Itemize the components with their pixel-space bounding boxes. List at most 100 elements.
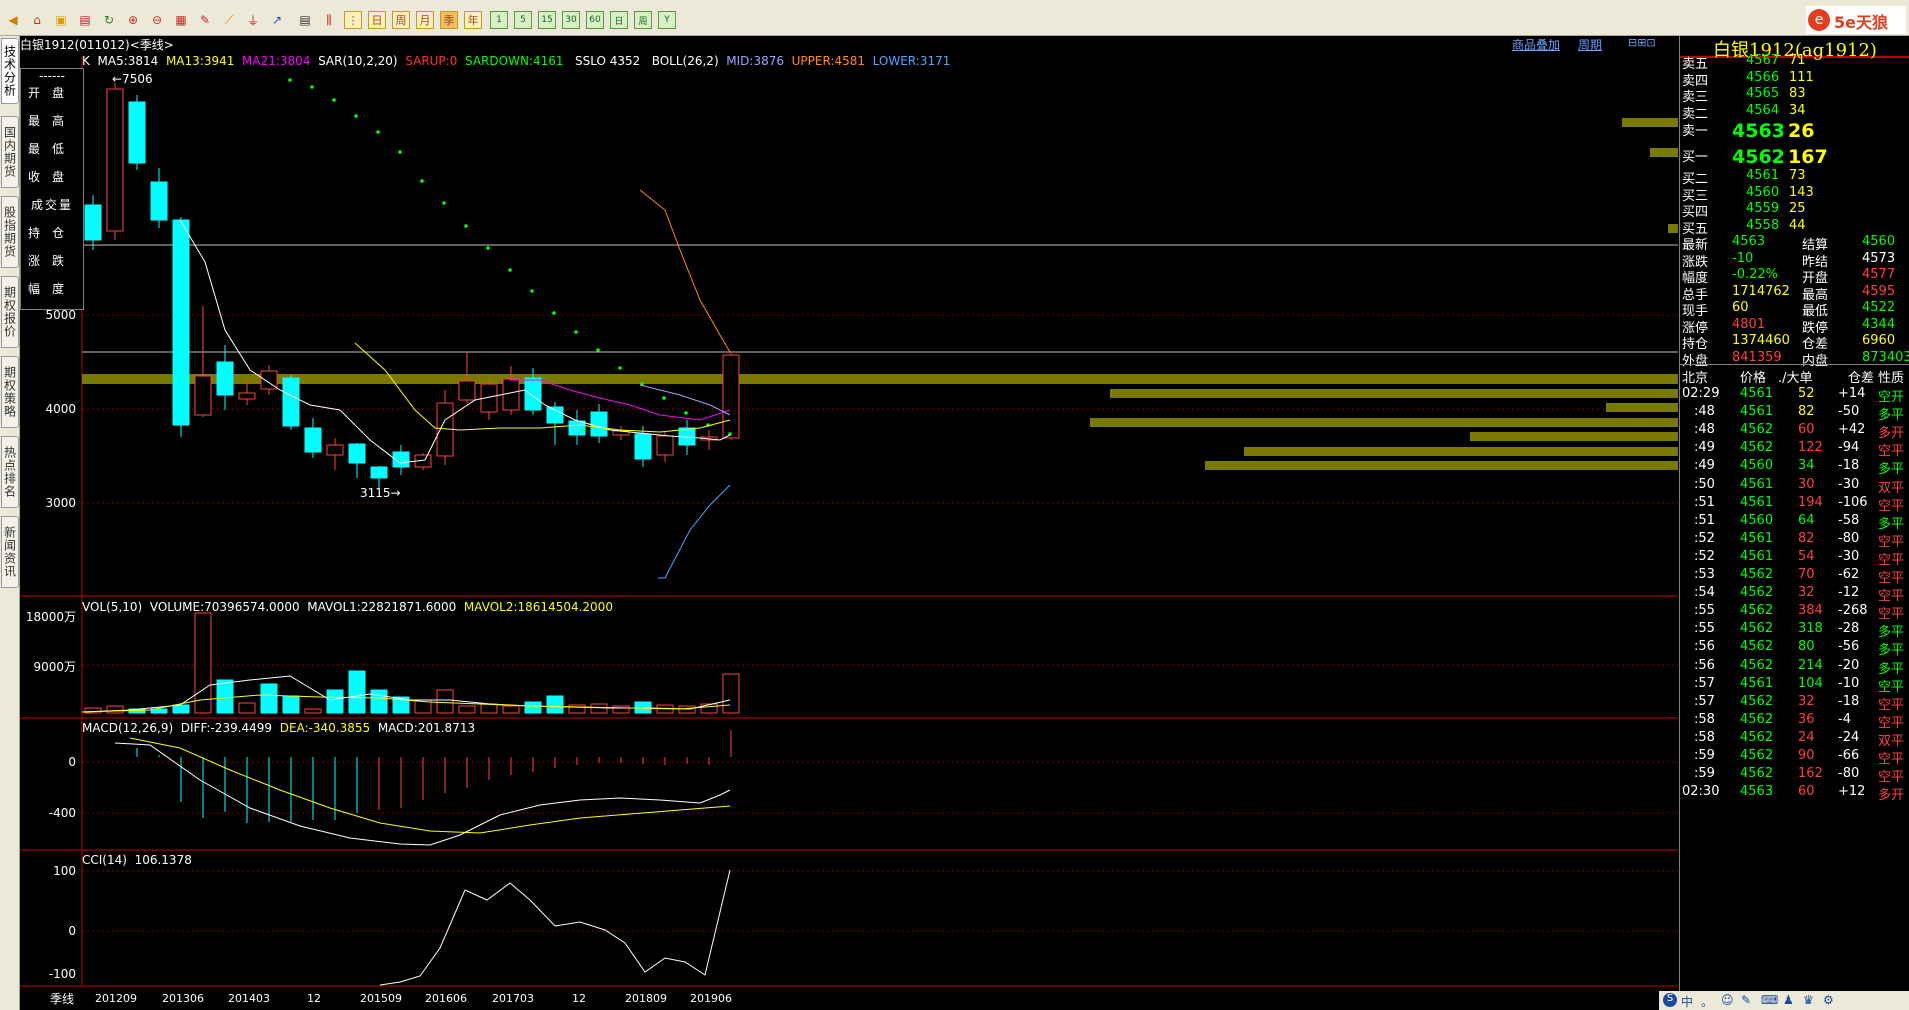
tick-row[interactable]: :55 4562 318 -28 多平	[1680, 621, 1909, 640]
tick-day-button[interactable]: 日	[610, 11, 628, 29]
period-month-button[interactable]: 月	[416, 11, 434, 29]
chart-tool-icon[interactable]: ↗	[268, 11, 286, 29]
tick-time: :48	[1694, 404, 1715, 420]
stat-row[interactable]: 涨跌 -10 昨结 4573	[1680, 251, 1909, 270]
table-icon[interactable]: ▤	[296, 11, 314, 29]
ask-row[interactable]: 卖五 4567 71	[1680, 53, 1909, 72]
tick-volume: 36	[1798, 711, 1815, 727]
tick-row[interactable]: :51 4560 64 -58 多平	[1680, 513, 1909, 532]
tick-row[interactable]: :59 4562 90 -66 空平	[1680, 748, 1909, 767]
period-quarter-button[interactable]: 季	[440, 11, 458, 29]
sidebar-tab-technical-analysis[interactable]: 技术分析	[1, 38, 19, 104]
stat-row[interactable]: 现手 60 最低 4522	[1680, 300, 1909, 319]
tick-1min-button[interactable]: 1	[490, 11, 508, 29]
folder-icon[interactable]: ▣	[52, 11, 70, 29]
tick-row[interactable]: 02:29 4561 52 +14 空开	[1680, 386, 1909, 405]
filter-icon[interactable]: ⏚	[244, 11, 262, 29]
period-week-button[interactable]: 周	[392, 11, 410, 29]
volume-profile-bar	[1606, 403, 1678, 412]
ime-logo-icon[interactable]: S	[1663, 993, 1677, 1007]
tick-row[interactable]: :57 4562 32 -18 空平	[1680, 694, 1909, 713]
ask-row[interactable]: 卖三 4565 83	[1680, 86, 1909, 105]
tick-type: 空开	[1878, 390, 1905, 405]
ime-chinese-toggle[interactable]: 中	[1681, 993, 1693, 1010]
sidebar-tab-option-quotes[interactable]: 期权报价	[1, 276, 19, 348]
ime-punctuation-toggle[interactable]: 。	[1701, 993, 1713, 1010]
tick-row[interactable]: :57 4561 104 -10 空平	[1680, 676, 1909, 695]
tick-5min-button[interactable]: 5	[514, 11, 532, 29]
stat-row[interactable]: 总手 1714762 最高 4595	[1680, 284, 1909, 303]
tick-row[interactable]: :48 4562 60 +42 多开	[1680, 422, 1909, 441]
kline-chart-area[interactable]	[20, 36, 1678, 1010]
tick-row[interactable]: :49 4562 122 -94 空平	[1680, 440, 1909, 459]
window-icon[interactable]: ▦	[172, 11, 190, 29]
tick-type: 空平	[1878, 679, 1905, 695]
tick-15min-button[interactable]: 15	[538, 11, 556, 29]
tick-row[interactable]: :50 4561 30 -30 双平	[1680, 477, 1909, 496]
stat-row[interactable]: 持仓 1374460 仓差 6960	[1680, 333, 1909, 352]
ask-row[interactable]: 卖四 4566 111	[1680, 70, 1909, 89]
bid-row[interactable]: 买二 4561 73	[1680, 168, 1909, 187]
tick-row[interactable]: :52 4561 82 -80 空平	[1680, 530, 1909, 550]
candle-body	[238, 392, 256, 400]
tick-30min-button[interactable]: 30	[562, 11, 580, 29]
line-tool-icon[interactable]: ⟋	[220, 11, 238, 29]
tick-volume: 24	[1798, 729, 1815, 745]
bid-row[interactable]: 买五 4558 44	[1680, 218, 1909, 237]
bid1-row[interactable]: 买一 4562 167	[1680, 146, 1909, 168]
pen-icon[interactable]: ✎	[196, 11, 214, 29]
tick-row[interactable]: :51 4561 194 -106 空平	[1680, 495, 1909, 514]
sidebar-tab-news[interactable]: 新闻资讯	[1, 516, 19, 588]
tick-row[interactable]: :52 4561 54 -30 空平	[1680, 549, 1909, 568]
ask-row[interactable]: 卖二 4564 34	[1680, 103, 1909, 122]
tick-price: 4561	[1740, 530, 1774, 546]
ime-settings-icon[interactable]: ⚙	[1823, 993, 1834, 1007]
period-link[interactable]: 周期	[1578, 36, 1602, 53]
period-year-button[interactable]: 年	[464, 11, 482, 29]
tick-row[interactable]: :48 4561 82 -50 多平	[1680, 404, 1909, 423]
ask-label: 卖二	[1682, 106, 1709, 122]
tick-row[interactable]: :56 4562 80 -56 多平	[1680, 639, 1909, 658]
sidebar-tab-domestic-futures[interactable]: 国内期货	[1, 116, 19, 188]
tick-row[interactable]: :49 4560 34 -18 多平	[1680, 458, 1909, 477]
macd-dea-line	[129, 737, 731, 834]
zoom-in-icon[interactable]: ⊕	[124, 11, 142, 29]
sidebar-tab-hot-ranking[interactable]: 热点排名	[1, 436, 19, 508]
news-icon[interactable]: ▤	[76, 11, 94, 29]
tick-row[interactable]: :58 4562 24 -24 双平	[1680, 729, 1909, 749]
ime-tool-icon[interactable]: ✎	[1741, 993, 1751, 1007]
tick-row[interactable]: :54 4562 32 -12 空平	[1680, 585, 1909, 604]
tick-row[interactable]: :53 4562 70 -62 空平	[1680, 567, 1909, 586]
back-arrow-icon[interactable]: ◀	[4, 11, 22, 29]
tick-row[interactable]: :59 4562 162 -80 空平	[1680, 766, 1909, 785]
home-icon[interactable]: ⌂	[28, 11, 46, 29]
sidebar-tab-option-strategy[interactable]: 期权策略	[1, 356, 19, 428]
kline-icon[interactable]: ⫼	[320, 11, 338, 29]
bid-row[interactable]: 买三 4560 143	[1680, 185, 1909, 204]
tick-row[interactable]: :56 4562 214 -20 多平	[1680, 658, 1909, 677]
ime-user-icon[interactable]: ♟	[1783, 993, 1794, 1007]
tick-y-button[interactable]: Y	[658, 11, 676, 29]
ime-keyboard-icon[interactable]: ⌨	[1761, 993, 1778, 1007]
tick-week-button[interactable]: 周	[634, 11, 652, 29]
day-button-icon[interactable]: ⋮	[344, 11, 362, 29]
stat-row[interactable]: 最新 4563 结算 4560	[1680, 234, 1909, 253]
stat-row[interactable]: 幅度 -0.22% 开盘 4577	[1680, 267, 1909, 286]
tick-row[interactable]: :55 4562 384 -268 空平	[1680, 603, 1909, 622]
refresh-icon[interactable]: ↻	[100, 11, 118, 29]
tick-row[interactable]: 02:30 4563 60 +12 多开	[1680, 784, 1909, 803]
period-label: 季线	[50, 992, 75, 1006]
tick-60min-button[interactable]: 60	[586, 11, 604, 29]
bid-row[interactable]: 买四 4559 25	[1680, 201, 1909, 220]
ime-emoji-icon[interactable]: ☺	[1721, 993, 1734, 1007]
stat-row[interactable]: 涨停 4801 跌停 4344	[1680, 317, 1909, 336]
tick-row[interactable]: :58 4562 36 -4 空平	[1680, 711, 1909, 731]
ask1-row[interactable]: 卖一 4563 26	[1680, 120, 1909, 142]
sidebar-tab-index-futures[interactable]: 股指期货	[1, 196, 19, 268]
tick-header-row[interactable]: 北京 价格 ./大单 仓差 性质	[1680, 367, 1909, 386]
zoom-out-icon[interactable]: ⊖	[148, 11, 166, 29]
ime-skin-icon[interactable]: ♛	[1803, 993, 1814, 1007]
period-day-button[interactable]: 日	[368, 11, 386, 29]
window-controls-icon[interactable]: ⊟⊞⊡	[1628, 36, 1656, 49]
commodity-overlay-link[interactable]: 商品叠加	[1512, 36, 1560, 53]
